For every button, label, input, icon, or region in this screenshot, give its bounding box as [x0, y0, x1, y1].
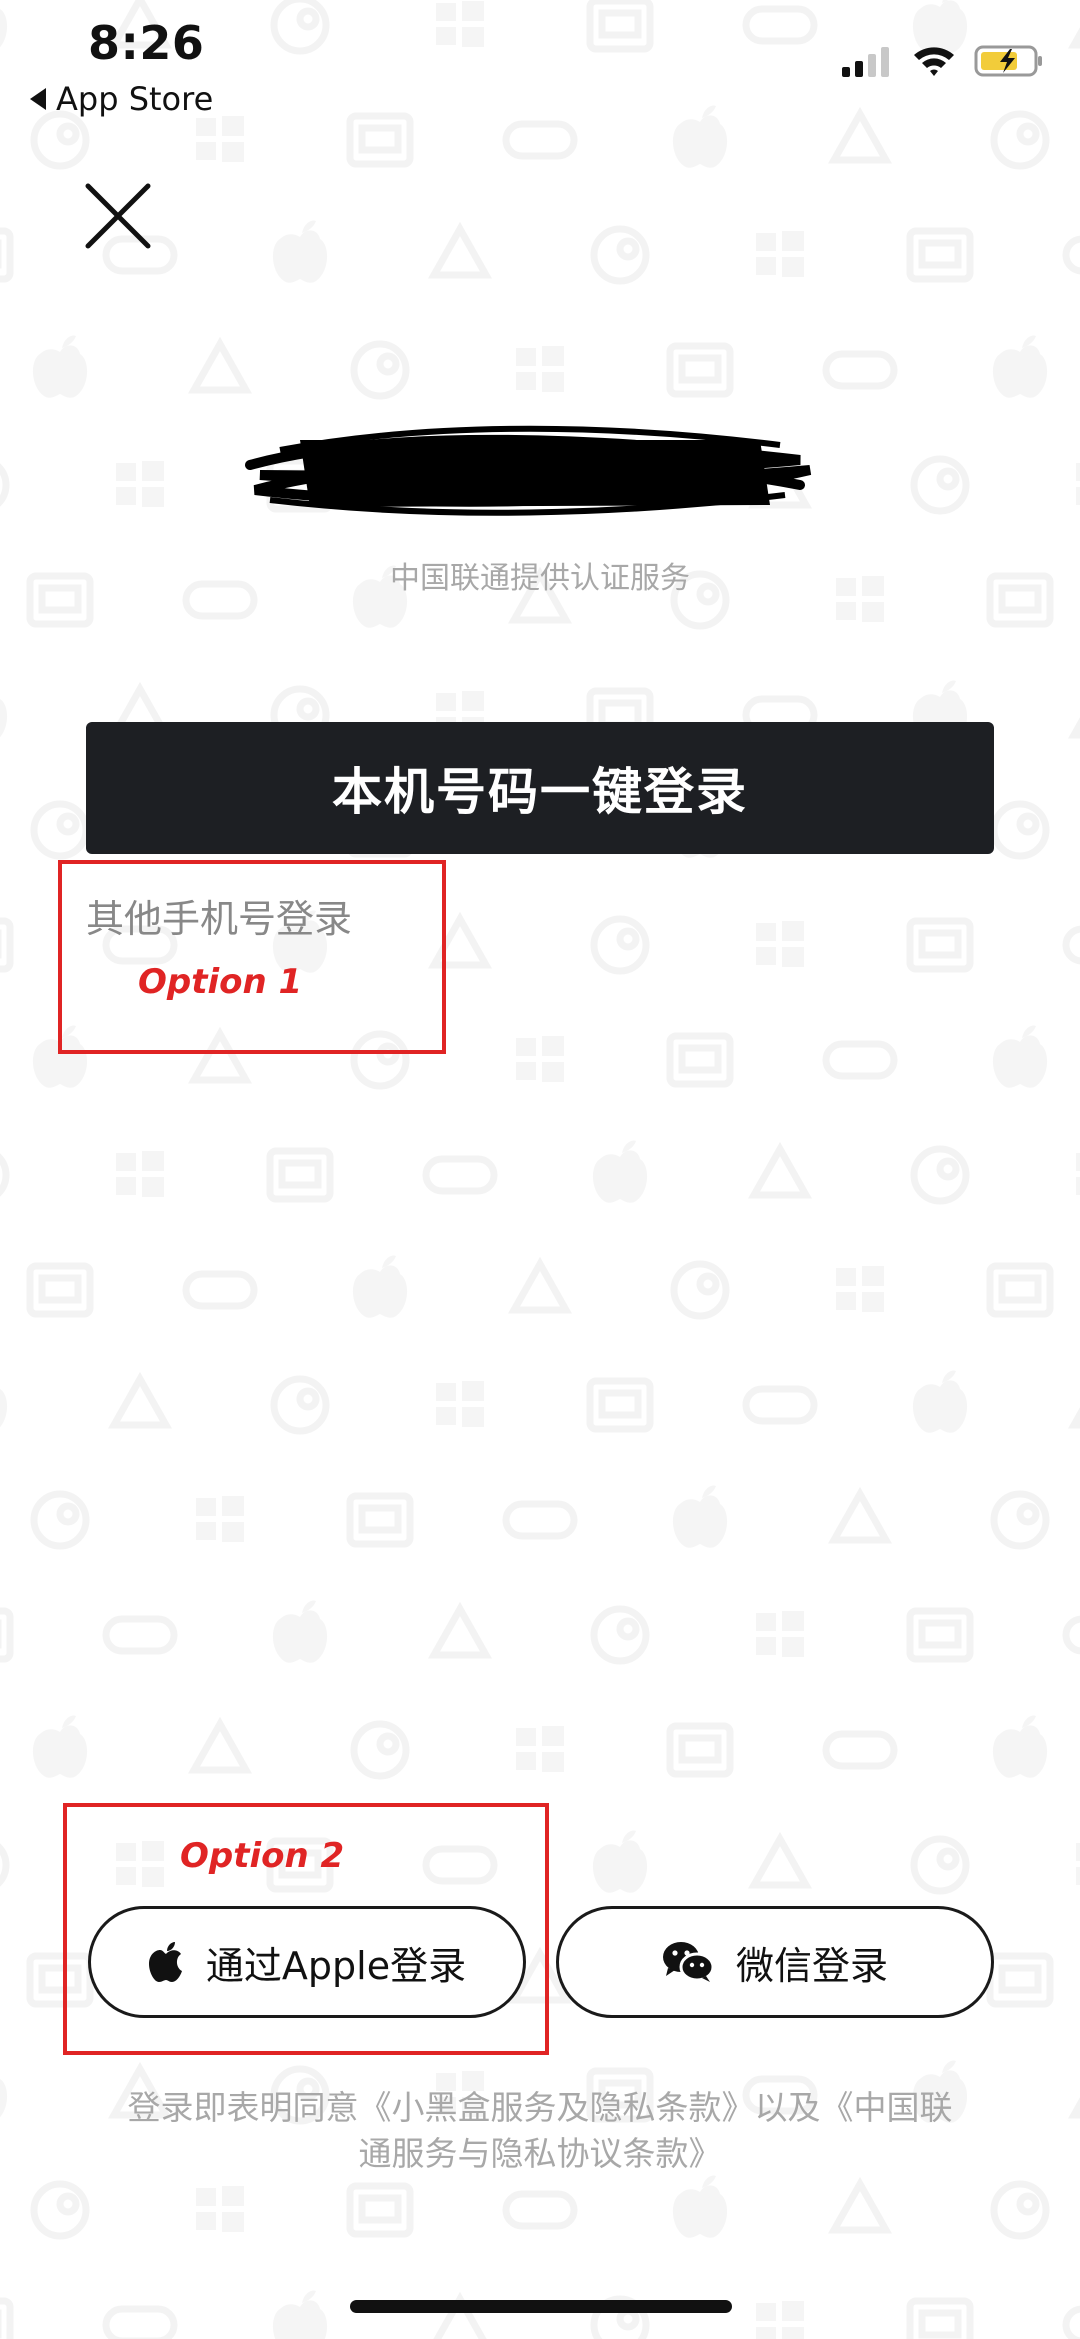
auth-provider-text: 中国联通提供认证服务 — [390, 561, 690, 596]
status-icons — [842, 44, 1044, 78]
annotation-box-option1 — [58, 860, 446, 1054]
one-click-login-button[interactable]: 本机号码一键登录 — [86, 722, 994, 854]
annotation-label-option1: Option 1 — [138, 962, 303, 1002]
wechat-login-button[interactable]: 微信登录 — [556, 1906, 994, 2018]
signal-icon — [842, 47, 889, 77]
redacted-phone-number — [245, 425, 812, 516]
close-icon[interactable] — [84, 182, 152, 250]
wifi-icon — [914, 47, 954, 76]
home-indicator[interactable] — [350, 2300, 732, 2313]
back-app-label: App Store — [56, 80, 214, 118]
terms-line-1[interactable]: 登录即表明同意《小黑盒服务及隐私条款》以及《中国联 — [90, 2085, 990, 2131]
status-time: 8:26 — [88, 16, 205, 70]
back-to-app-store[interactable]: App Store — [30, 80, 213, 118]
battery-charging-icon — [974, 45, 1042, 77]
wechat-icon — [662, 1942, 714, 1982]
terms-line-2[interactable]: 通服务与隐私协议条款》 — [90, 2131, 990, 2177]
terms-text: 登录即表明同意《小黑盒服务及隐私条款》以及《中国联 通服务与隐私协议条款》 — [90, 2085, 990, 2177]
annotation-label-option2: Option 2 — [180, 1836, 345, 1876]
wechat-login-label: 微信登录 — [735, 1943, 888, 1988]
back-triangle-icon — [30, 88, 46, 110]
